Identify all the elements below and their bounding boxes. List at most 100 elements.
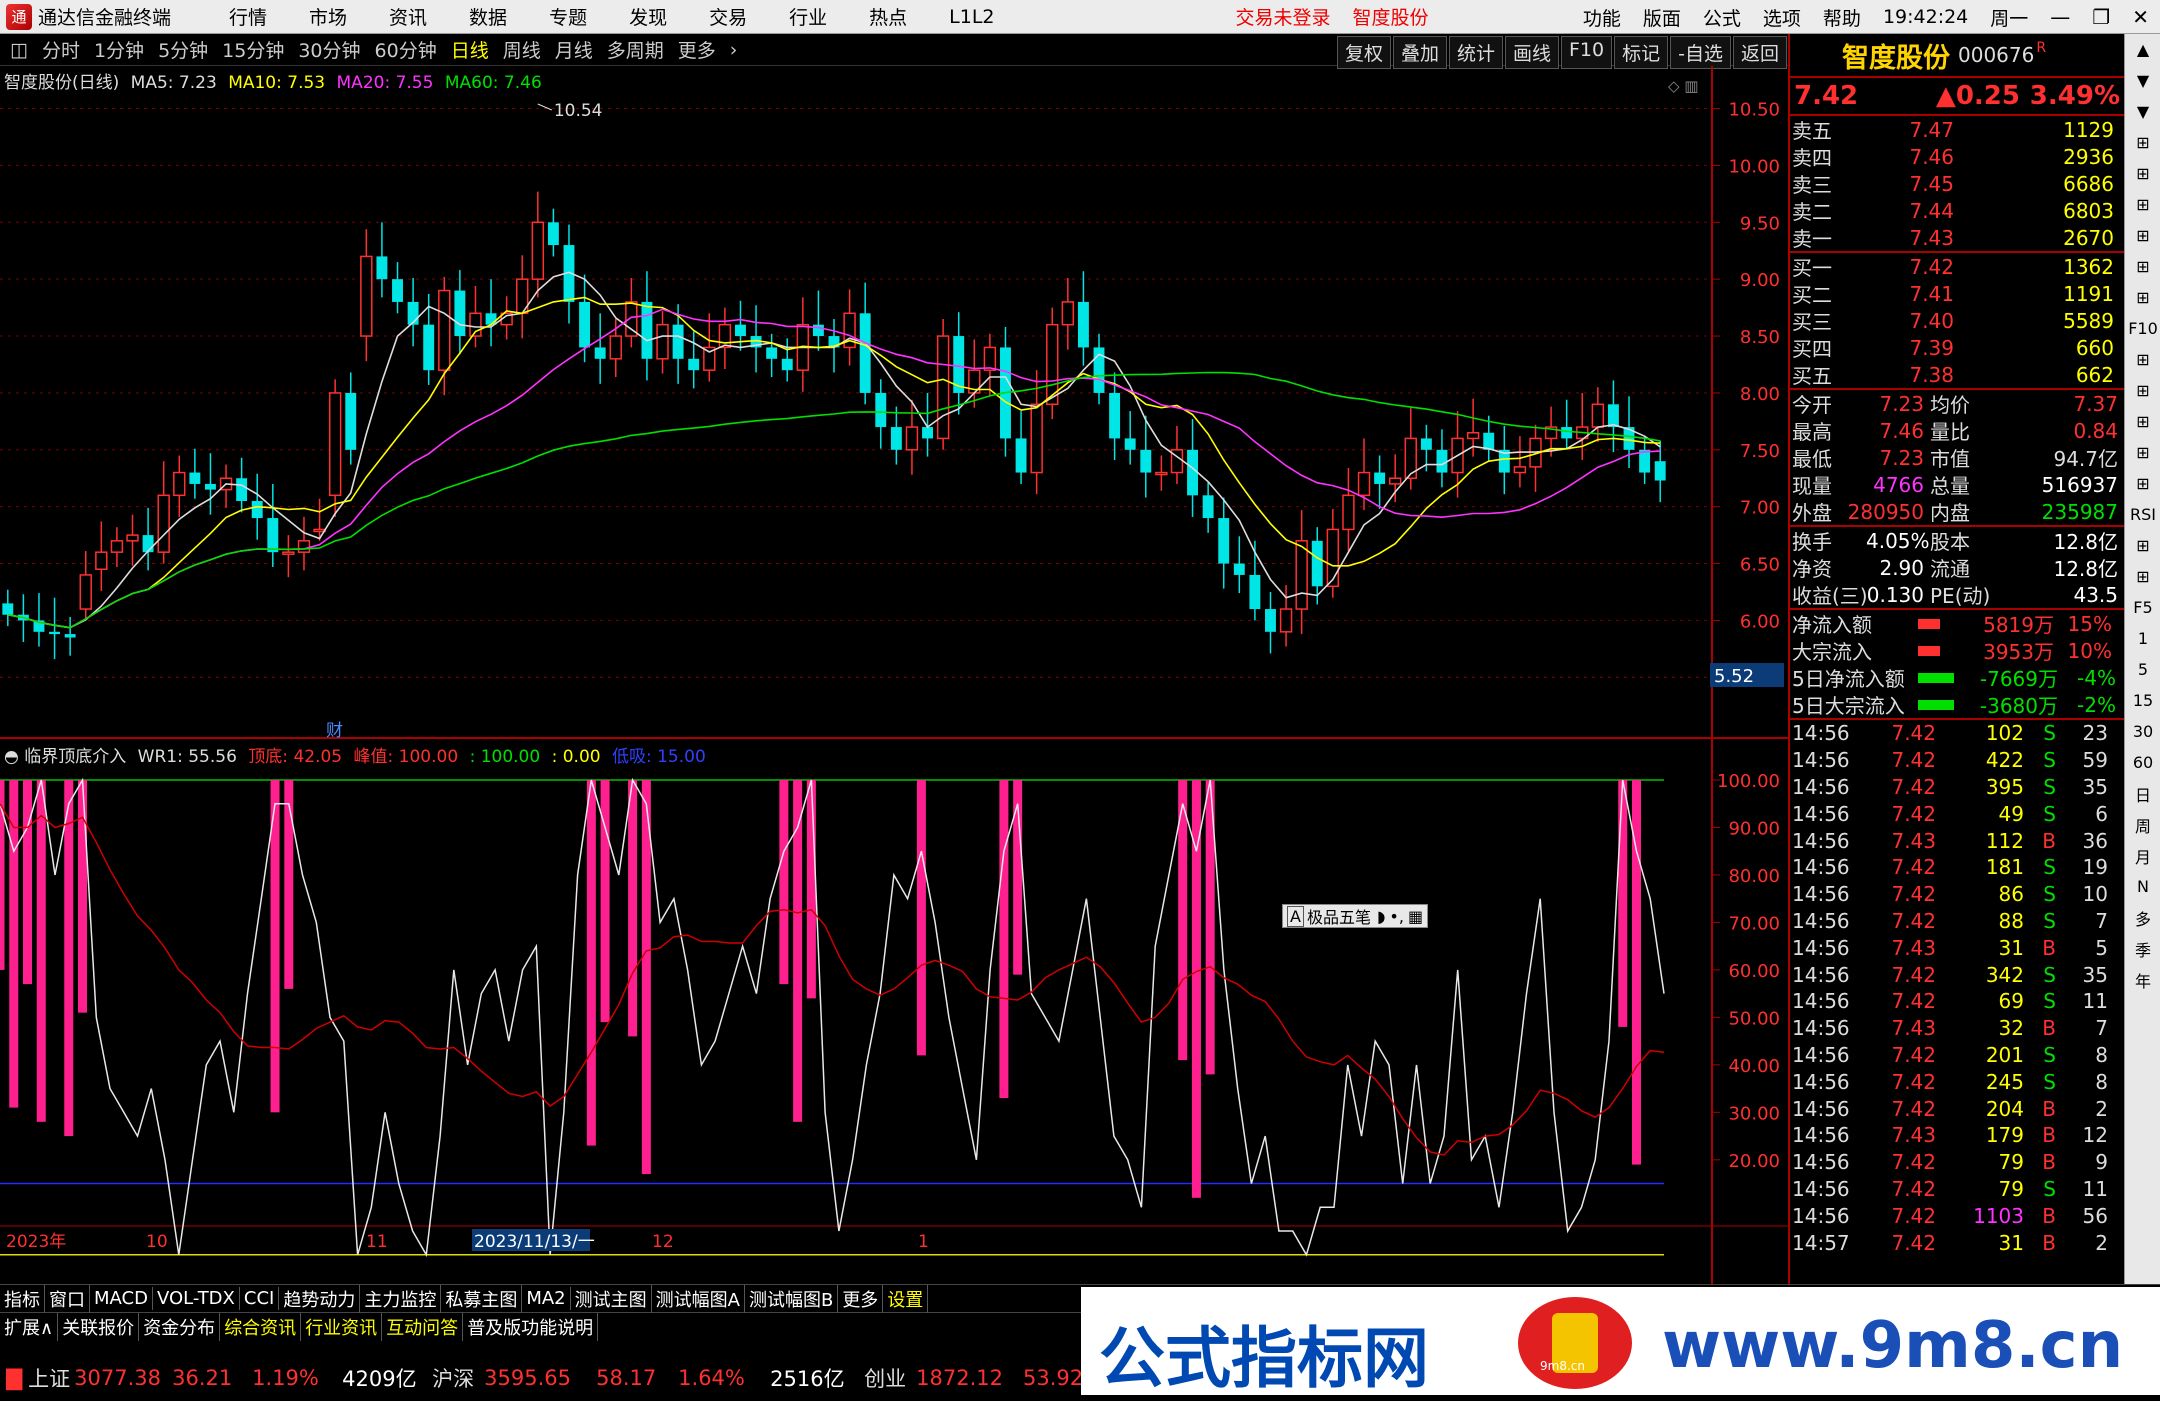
indicator-tab[interactable]: MA2 [522, 1287, 571, 1310]
indicator-collapse-icon[interactable]: ◓ [4, 747, 19, 767]
info-tab[interactable]: 行业资讯 [301, 1312, 383, 1341]
tool-icon[interactable]: ⊞ [2125, 189, 2160, 220]
book-row[interactable]: 买四 7.39 660 [1790, 334, 2124, 362]
indicator-tab[interactable]: 测试主图 [571, 1284, 652, 1313]
indicator-tab[interactable]: 设置 [883, 1284, 929, 1313]
tool-icon[interactable]: ▲ [2125, 34, 2160, 65]
indicator-tab[interactable]: 测试幅图B [745, 1284, 839, 1313]
tool-icon[interactable]: ⊞ [2125, 375, 2160, 406]
chevron-right-icon[interactable]: › [730, 39, 738, 61]
book-row[interactable]: 卖一 7.43 2670 [1790, 224, 2124, 252]
minimize-icon[interactable]: — [2050, 5, 2070, 29]
period-tab[interactable]: 月线 [555, 36, 593, 63]
period-tab[interactable]: 分时 [42, 36, 80, 63]
book-row[interactable]: 买三 7.40 5589 [1790, 307, 2124, 335]
tool-icon[interactable]: 30 [2125, 716, 2160, 747]
restore-icon[interactable]: ❐ [2092, 5, 2110, 29]
indicator-tab[interactable]: 窗口 [45, 1284, 90, 1313]
index-name[interactable]: 沪深 [432, 1363, 474, 1393]
info-tab[interactable]: 扩展∧ [0, 1312, 59, 1341]
menu-item[interactable]: L1L2 [949, 6, 994, 28]
period-tab[interactable]: 多周期 [607, 36, 664, 63]
menu-item[interactable]: 帮助 [1823, 4, 1861, 31]
menu-item[interactable]: 专题 [549, 3, 587, 30]
menu-item[interactable]: 选项 [1763, 4, 1801, 31]
tool-button[interactable]: 统计 [1448, 36, 1503, 69]
menu-item[interactable]: 数据 [469, 3, 507, 30]
tool-icon[interactable]: F10 [2125, 313, 2160, 344]
index-name[interactable]: 上证 [28, 1363, 70, 1393]
tool-icon[interactable]: 日 [2125, 778, 2160, 809]
info-tab[interactable]: 关联报价 [58, 1312, 140, 1341]
tool-icon[interactable]: 季 [2125, 933, 2160, 964]
tool-button[interactable]: -自选 [1670, 36, 1731, 69]
period-tab[interactable]: 15分钟 [222, 36, 284, 63]
tool-icon[interactable]: ⊞ [2125, 468, 2160, 499]
tool-icon[interactable]: ⊞ [2125, 561, 2160, 592]
info-tab[interactable]: 综合资讯 [220, 1312, 302, 1341]
period-tab-more[interactable]: 更多 [678, 36, 716, 63]
menu-item[interactable]: 公式 [1703, 4, 1741, 31]
menu-item[interactable]: 交易 [709, 3, 747, 30]
tool-icon[interactable]: ⊞ [2125, 251, 2160, 282]
book-row[interactable]: 卖二 7.44 6803 [1790, 197, 2124, 225]
tool-icon[interactable]: 周 [2125, 809, 2160, 840]
tool-icon[interactable]: 多 [2125, 902, 2160, 933]
book-row[interactable]: 卖四 7.46 2936 [1790, 143, 2124, 171]
tool-button[interactable]: 返回 [1732, 36, 1787, 69]
tool-button[interactable]: F10 [1561, 36, 1613, 69]
period-tab-selected[interactable]: 日线 [451, 36, 489, 63]
indicator-tab[interactable]: 趋势动力 [279, 1284, 361, 1313]
menu-item[interactable]: 发现 [629, 3, 667, 30]
tool-button[interactable]: 画线 [1504, 36, 1559, 69]
tool-icon[interactable]: ▼ [2125, 96, 2160, 127]
tool-button[interactable]: 复权 [1336, 36, 1391, 69]
info-tab[interactable]: 互动问答 [382, 1312, 464, 1341]
book-row[interactable]: 卖五 7.47 1129 [1790, 116, 2124, 144]
menu-item[interactable]: 资讯 [389, 3, 427, 30]
indicator-tab[interactable]: 指标 [0, 1284, 45, 1313]
period-tab[interactable]: 30分钟 [298, 36, 360, 63]
indicator-tab[interactable]: CCI [240, 1287, 280, 1310]
close-icon[interactable]: ✕ [2132, 5, 2149, 29]
period-tab[interactable]: 60分钟 [375, 36, 437, 63]
tool-icon[interactable]: ⊞ [2125, 344, 2160, 375]
tool-button[interactable]: 标记 [1614, 36, 1669, 69]
indicator-tab[interactable]: 更多 [838, 1284, 884, 1313]
tool-icon[interactable]: ⊞ [2125, 282, 2160, 313]
tool-icon[interactable]: ⊞ [2125, 406, 2160, 437]
tick-list[interactable]: 14:56 7.42 102 S 23 14:56 7.42 422 S 59 14:56 7.42 3… [1790, 720, 2124, 1256]
menu-item[interactable]: 行情 [229, 3, 267, 30]
tool-icon[interactable]: 年 [2125, 964, 2160, 995]
tool-button[interactable]: 叠加 [1392, 36, 1447, 69]
tool-icon[interactable]: RSI [2125, 499, 2160, 530]
tool-icon[interactable]: 15 [2125, 685, 2160, 716]
keyboard-icon[interactable]: ▦ [1408, 907, 1423, 926]
index-name[interactable]: 创业 [864, 1363, 906, 1393]
indicator-tab[interactable]: VOL-TDX [153, 1287, 240, 1310]
indicator-tab[interactable]: MACD [90, 1287, 153, 1310]
period-tab[interactable]: 1分钟 [94, 36, 144, 63]
menu-item[interactable]: 热点 [869, 3, 907, 30]
tool-icon[interactable]: F5 [2125, 592, 2160, 623]
menu-item[interactable]: 功能 [1583, 4, 1621, 31]
period-tab[interactable]: 周线 [503, 36, 541, 63]
tool-icon[interactable]: ⊞ [2125, 437, 2160, 468]
indicator-tab[interactable]: 测试幅图A [652, 1284, 745, 1313]
book-row[interactable]: 买一 7.42 1362 [1790, 253, 2124, 281]
moon-icon[interactable]: ◗ [1377, 907, 1385, 926]
tool-icon[interactable]: 5 [2125, 654, 2160, 685]
menu-item[interactable]: 市场 [309, 3, 347, 30]
indicator-tab[interactable]: 主力监控 [360, 1284, 442, 1313]
menu-item[interactable]: 行业 [789, 3, 827, 30]
menu-item[interactable]: 版面 [1643, 4, 1681, 31]
tool-icon[interactable]: 月 [2125, 840, 2160, 871]
trade-login-status[interactable]: 交易未登录 [1236, 3, 1331, 30]
book-row[interactable]: 买二 7.41 1191 [1790, 280, 2124, 308]
ime-icon[interactable]: A [1287, 905, 1304, 927]
tool-icon[interactable]: 60 [2125, 747, 2160, 778]
tool-icon[interactable]: ⊞ [2125, 127, 2160, 158]
indicator-tab[interactable]: 私募主图 [441, 1284, 523, 1313]
tool-icon[interactable]: N [2125, 871, 2160, 902]
book-row[interactable]: 卖三 7.45 6686 [1790, 170, 2124, 198]
